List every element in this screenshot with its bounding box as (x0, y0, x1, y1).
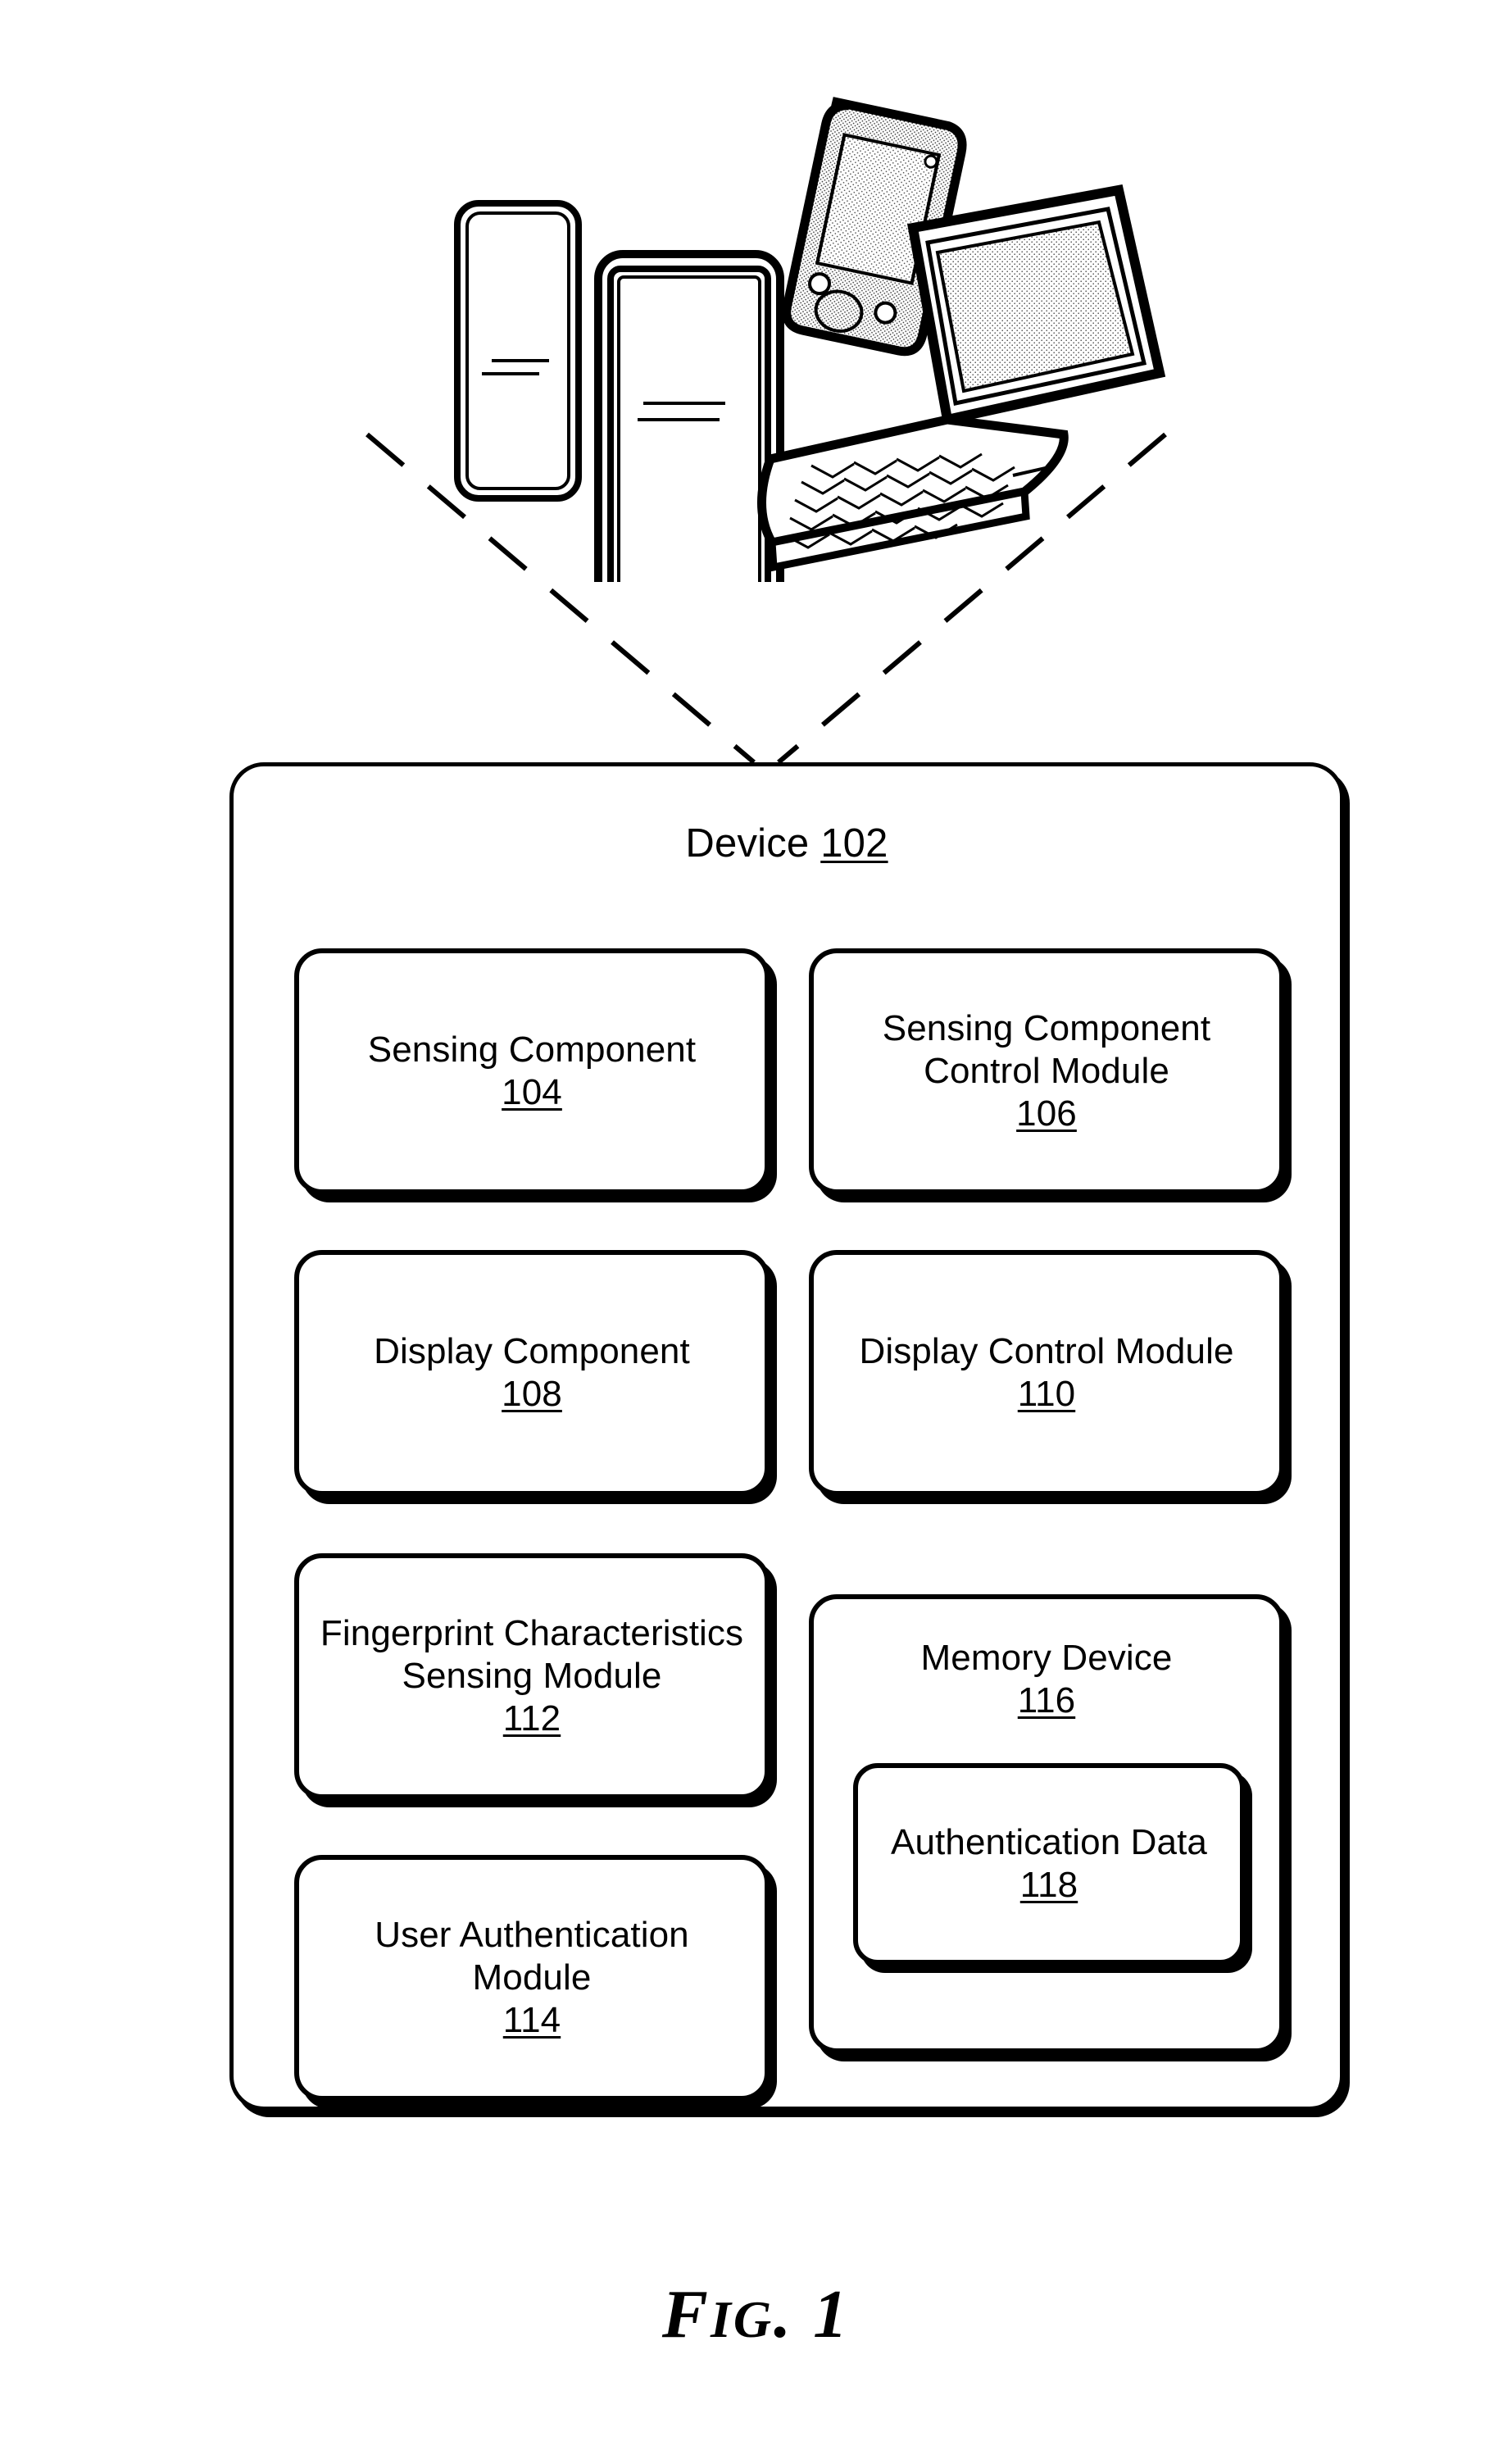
module-memory-device[interactable]: Memory Device 116 Authentication Data 11… (809, 1594, 1284, 2053)
module-user-authentication-module[interactable]: User Authentication Module 114 (294, 1855, 770, 2101)
module-label-text: Display Control Module (859, 1331, 1234, 1372)
figure-caption: FIG. 1 (0, 2275, 1512, 2354)
patent-figure-page: Device 102 Sensing Component 104 Sensing… (0, 0, 1512, 2450)
module-label-number: 116 (1017, 1680, 1076, 1720)
module-label-number: 112 (502, 1698, 561, 1739)
module-label-number: 118 (1019, 1865, 1078, 1905)
module-label: Display Control Module 110 (846, 1330, 1246, 1416)
module-display-component[interactable]: Display Component 108 (294, 1250, 770, 1496)
module-sensing-component-control-module[interactable]: Sensing Component Control Module 106 (809, 948, 1284, 1194)
module-label-text: Authentication Data (891, 1822, 1207, 1863)
module-label: User Authentication Module 114 (299, 1914, 765, 2042)
module-label: Fingerprint Characteristics Sensing Modu… (299, 1612, 765, 1740)
module-label-text: Fingerprint Characteristics Sensing Modu… (320, 1613, 744, 1697)
device-title-number: 102 (820, 821, 888, 866)
module-label-text: Sensing Component (367, 1030, 697, 1070)
dashed-line-left (366, 432, 756, 765)
module-label-number: 106 (1016, 1093, 1077, 1134)
figure-caption-mid: IG (710, 2290, 774, 2348)
module-label: Display Component 108 (361, 1330, 703, 1416)
module-label-number: 114 (502, 1999, 561, 2040)
module-authentication-data[interactable]: Authentication Data 118 (853, 1763, 1245, 1965)
module-label: Authentication Data 118 (878, 1821, 1220, 1907)
module-label-number: 104 (502, 1072, 562, 1112)
module-label-text: Display Component (374, 1331, 690, 1372)
module-label-text: Sensing Component Control Module (882, 1008, 1211, 1092)
convergence-lines (352, 426, 1180, 770)
module-label: Sensing Component Control Module 106 (814, 1007, 1279, 1135)
figure-caption-suffix: . 1 (774, 2276, 851, 2352)
dashed-line-right (777, 432, 1167, 765)
module-label-number: 108 (502, 1374, 562, 1414)
figure-caption-prefix: F (661, 2276, 711, 2352)
module-label-text: Memory Device (920, 1638, 1173, 1678)
module-label-text: User Authentication Module (375, 1915, 689, 1998)
module-fingerprint-characteristics-sensing-module[interactable]: Fingerprint Characteristics Sensing Modu… (294, 1553, 770, 1799)
module-sensing-component[interactable]: Sensing Component 104 (294, 948, 770, 1194)
module-label-number: 110 (1017, 1374, 1076, 1414)
device-container: Device 102 Sensing Component 104 Sensing… (229, 762, 1344, 2111)
device-title-text: Device (685, 821, 810, 866)
module-label: Memory Device 116 (814, 1599, 1279, 1722)
module-label: Sensing Component 104 (355, 1029, 709, 1114)
device-title: Device 102 (234, 821, 1340, 866)
module-display-control-module[interactable]: Display Control Module 110 (809, 1250, 1284, 1496)
